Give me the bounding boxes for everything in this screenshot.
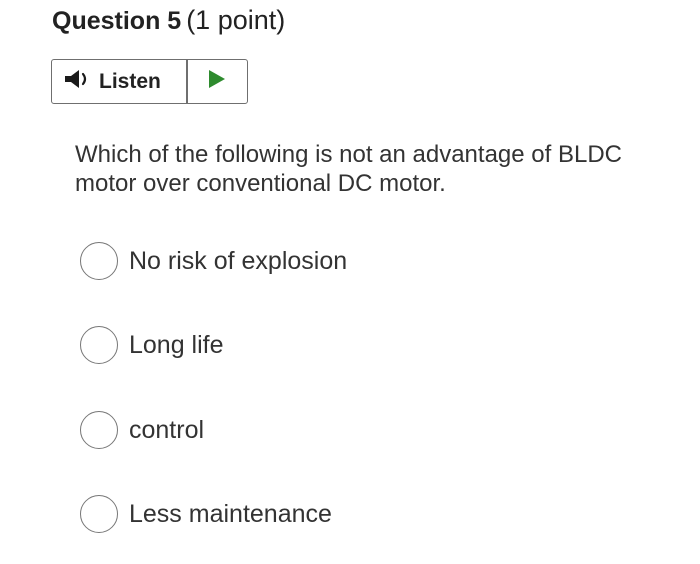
option-2[interactable]: Long life: [80, 326, 224, 364]
question-points: (1 point): [186, 5, 286, 35]
speaker-icon: [63, 68, 91, 95]
listen-label: Listen: [99, 69, 161, 93]
question-text: Which of the following is not an advanta…: [75, 141, 622, 197]
radio-button[interactable]: [80, 411, 118, 449]
question-header: Question 5 (1 point): [52, 4, 285, 36]
play-button[interactable]: [188, 60, 248, 103]
option-3[interactable]: control: [80, 411, 204, 449]
option-label: control: [129, 415, 205, 444]
question-title: Question 5: [52, 7, 182, 35]
radio-button[interactable]: [80, 495, 118, 533]
option-label: Long life: [129, 330, 224, 359]
option-1[interactable]: No risk of explosion: [80, 242, 347, 280]
option-label: Less maintenance: [129, 499, 332, 528]
radio-button[interactable]: [80, 326, 118, 364]
listen-widget: Listen: [51, 59, 248, 104]
option-4[interactable]: Less maintenance: [80, 495, 332, 533]
radio-button[interactable]: [80, 242, 118, 280]
play-icon: [207, 68, 227, 95]
listen-button[interactable]: Listen: [52, 60, 186, 103]
option-label: No risk of explosion: [129, 246, 348, 275]
